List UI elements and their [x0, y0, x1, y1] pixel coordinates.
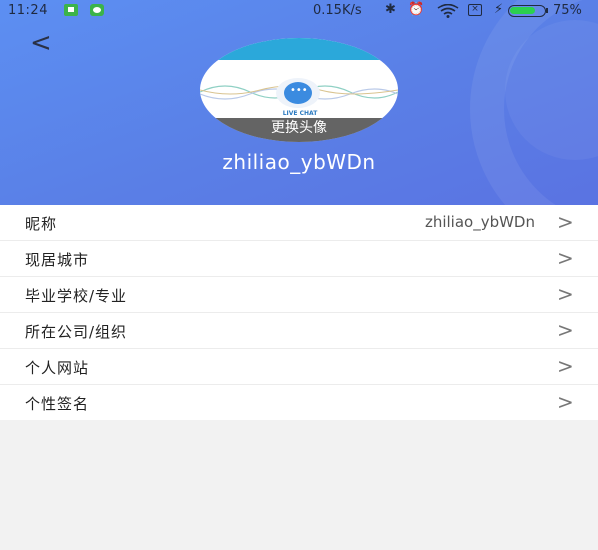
bluetooth-icon: ✱: [385, 2, 396, 17]
charging-icon: ⚡: [494, 2, 504, 17]
profile-row-city[interactable]: 现居城市 >: [0, 241, 598, 277]
battery-icon: [508, 5, 546, 17]
back-button[interactable]: <: [30, 28, 52, 58]
row-label: 毕业学校/专业: [25, 287, 128, 305]
username: zhiliao_ybWDn: [222, 150, 376, 174]
chevron-right-icon: >: [557, 354, 574, 378]
chevron-right-icon: >: [557, 282, 574, 306]
status-time: 11:24: [8, 3, 48, 18]
row-label: 所在公司/组织: [25, 323, 128, 341]
chevron-left-icon: <: [30, 28, 52, 58]
notification-icon: [90, 4, 104, 16]
row-label: 个性签名: [25, 395, 90, 413]
notification-icon: [64, 4, 78, 16]
row-label: 个人网站: [25, 359, 90, 377]
change-avatar-button[interactable]: 更换头像: [200, 118, 398, 142]
avatar[interactable]: ••• LIVE CHAT 更换头像: [200, 38, 398, 142]
battery-level: [510, 7, 535, 14]
chevron-right-icon: >: [557, 210, 574, 234]
chevron-right-icon: >: [557, 318, 574, 342]
profile-row-nickname[interactable]: 昵称 zhiliao_ybWDn >: [0, 205, 598, 241]
status-bar: 11:24 0.15K/s ✱ ⏰ × ⚡ 75%: [0, 0, 598, 22]
sim-icon: ×: [468, 4, 482, 16]
profile-row-company[interactable]: 所在公司/组织 >: [0, 313, 598, 349]
profile-row-school[interactable]: 毕业学校/专业 >: [0, 277, 598, 313]
row-value: zhiliao_ybWDn: [424, 213, 535, 231]
chat-dots-icon: •••: [290, 85, 308, 96]
avatar-banner: [200, 38, 398, 60]
profile-header: 11:24 0.15K/s ✱ ⏰ × ⚡ 75% < ••• LIVE CHA…: [0, 0, 598, 205]
row-label: 现居城市: [25, 251, 90, 269]
network-speed: 0.15K/s: [313, 3, 362, 18]
profile-row-website[interactable]: 个人网站 >: [0, 349, 598, 385]
chevron-right-icon: >: [557, 390, 574, 414]
battery-percent: 75%: [553, 3, 582, 18]
chevron-right-icon: >: [557, 246, 574, 270]
row-label: 昵称: [25, 215, 58, 233]
alarm-icon: ⏰: [408, 2, 425, 17]
profile-list: 昵称 zhiliao_ybWDn > 现居城市 > 毕业学校/专业 > 所在公司…: [0, 205, 598, 420]
battery-tip: [546, 8, 548, 13]
profile-row-signature[interactable]: 个性签名 >: [0, 385, 598, 420]
wifi-icon: [437, 4, 459, 18]
avatar-caption: LIVE CHAT: [282, 110, 318, 117]
